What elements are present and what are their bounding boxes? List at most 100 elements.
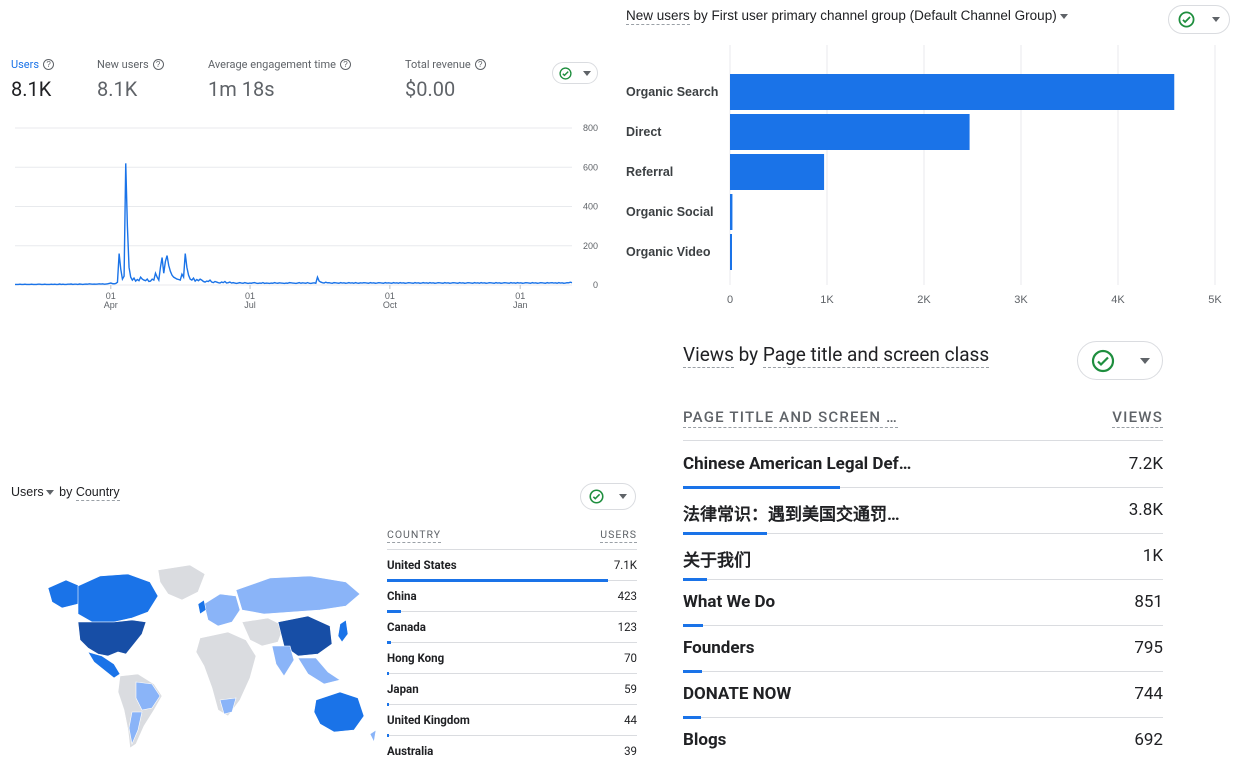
- map-region-europe[interactable]: [203, 593, 241, 627]
- page-title-cell: Blogs: [683, 730, 727, 750]
- channel-compare-dropdown[interactable]: [1168, 5, 1230, 34]
- page-title-cell: Chinese American Legal Def…: [683, 454, 912, 474]
- channel-bar[interactable]: [730, 114, 970, 150]
- country-table-header: COUNTRY USERS: [387, 528, 637, 550]
- views-cell: 795: [1134, 638, 1163, 658]
- col-header-users[interactable]: USERS: [600, 528, 637, 543]
- x-tick-month: Jan: [513, 300, 528, 310]
- map-region-middle-east[interactable]: [241, 617, 285, 647]
- page-title-cell: 关于我们: [683, 551, 751, 571]
- col-header-country[interactable]: COUNTRY: [387, 528, 442, 543]
- metric-selector[interactable]: New users: [626, 8, 690, 25]
- page-title-cell: Founders: [683, 638, 755, 658]
- views-cell: 3.8K: [1128, 500, 1163, 520]
- map-region-greenland[interactable]: [157, 564, 206, 601]
- map-region-canada[interactable]: [77, 573, 159, 623]
- metric-engagement-time[interactable]: Average engagement time? 1m 18s: [208, 58, 351, 101]
- metric-selector[interactable]: Users: [11, 485, 44, 499]
- views-table-header: PAGE TITLE AND SCREEN … VIEWS: [683, 408, 1163, 441]
- table-row[interactable]: Hong Kong 70: [387, 643, 637, 675]
- metric-label: New users: [97, 58, 149, 71]
- country-cell: Japan: [387, 682, 419, 696]
- x-tick-month: Jul: [244, 300, 256, 310]
- country-card-title[interactable]: Users by Country: [11, 485, 120, 501]
- map-region-australia[interactable]: [313, 691, 365, 733]
- check-circle-icon: [589, 489, 604, 504]
- table-row[interactable]: Blogs 692: [683, 718, 1163, 763]
- users-cell: 39: [624, 744, 637, 758]
- col-header-page-title[interactable]: PAGE TITLE AND SCREEN …: [683, 408, 898, 428]
- users-line-chart: 8006004002000 01Apr01Jul01Oct01Jan: [15, 123, 598, 310]
- y-tick-label: 800: [583, 123, 598, 133]
- table-row[interactable]: United Kingdom 44: [387, 705, 637, 737]
- views-card-title[interactable]: Views by Page title and screen class: [683, 343, 990, 368]
- map-region-india[interactable]: [271, 645, 295, 677]
- table-row[interactable]: United States 7.1K: [387, 550, 637, 582]
- metric-value: 8.1K: [11, 77, 52, 101]
- map-region-united-kingdom[interactable]: [197, 599, 207, 615]
- metric-value: 1m 18s: [208, 77, 275, 101]
- metric-value: $0.00: [405, 77, 456, 101]
- table-row[interactable]: DONATE NOW 744: [683, 672, 1163, 719]
- caret-down-icon: [1212, 17, 1221, 22]
- metric-label: Users: [11, 58, 40, 71]
- channel-bar[interactable]: [730, 74, 1175, 110]
- country-cell: Hong Kong: [387, 651, 445, 665]
- metric-value: 8.1K: [97, 77, 138, 101]
- channel-bar[interactable]: [730, 154, 825, 190]
- dimension-selector[interactable]: Country: [75, 485, 120, 501]
- map-region-alaska[interactable]: [47, 579, 81, 609]
- channel-label: Direct: [626, 125, 662, 139]
- views-cell: 851: [1134, 592, 1163, 612]
- y-tick-label: 600: [583, 162, 598, 172]
- table-row[interactable]: Australia 39: [387, 736, 637, 763]
- views-cell: 692: [1134, 730, 1163, 750]
- country-cell: Canada: [387, 620, 426, 634]
- table-row[interactable]: Japan 59: [387, 674, 637, 706]
- channel-bar-chart: Organic Search Direct Referral Organic Soci…: [626, 45, 1222, 306]
- country-compare-dropdown[interactable]: [580, 483, 636, 510]
- metric-users[interactable]: Users? 8.1K: [11, 58, 55, 101]
- help-icon[interactable]: ?: [474, 59, 486, 70]
- page-title-cell: DONATE NOW: [683, 684, 792, 704]
- table-row[interactable]: What We Do 851: [683, 580, 1163, 627]
- help-icon[interactable]: ?: [152, 59, 164, 70]
- map-region-southeast-asia[interactable]: [297, 657, 341, 685]
- channel-label: Organic Video: [626, 245, 711, 259]
- users-cell: 44: [624, 713, 637, 727]
- map-region-russia[interactable]: [235, 575, 361, 615]
- help-icon[interactable]: ?: [43, 59, 55, 70]
- map-region-united-states[interactable]: [77, 619, 147, 657]
- page-title-cell: 法律常识：遇到美国交通罚…: [683, 505, 900, 525]
- table-row[interactable]: 法律常识：遇到美国交通罚… 3.8K: [683, 488, 1163, 535]
- country-cell: Australia: [387, 744, 434, 758]
- map-region-japan[interactable]: [337, 619, 349, 643]
- x-tick-label: 2K: [917, 294, 931, 306]
- metric-total-revenue[interactable]: Total revenue? $0.00: [405, 58, 486, 101]
- table-row[interactable]: Canada 123: [387, 612, 637, 644]
- table-row[interactable]: 关于我们 1K: [683, 534, 1163, 581]
- table-row[interactable]: China 423: [387, 581, 637, 613]
- channel-card-title[interactable]: New users by First user primary channel …: [626, 8, 1068, 25]
- overview-compare-dropdown[interactable]: [552, 62, 598, 84]
- channel-bar[interactable]: [730, 194, 733, 230]
- channel-label: Organic Social: [626, 205, 714, 219]
- col-header-views[interactable]: VIEWS: [1112, 408, 1163, 428]
- metric-new-users[interactable]: New users? 8.1K: [97, 58, 164, 101]
- views-compare-dropdown[interactable]: [1077, 341, 1163, 380]
- dimension-selector[interactable]: Page title and screen class: [762, 343, 990, 368]
- world-map[interactable]: [40, 560, 380, 760]
- metric-selector[interactable]: Views: [683, 343, 734, 368]
- map-region-new-zealand[interactable]: [369, 729, 377, 743]
- users-cell: 7.1K: [613, 558, 637, 572]
- users-cell: 59: [624, 682, 637, 696]
- table-row[interactable]: Chinese American Legal Def… 7.2K: [683, 442, 1163, 489]
- table-row[interactable]: Founders 795: [683, 626, 1163, 673]
- users-cell: 70: [624, 651, 637, 665]
- x-tick-label: 0: [727, 294, 733, 306]
- x-tick-label: 3K: [1014, 294, 1028, 306]
- channel-bar[interactable]: [730, 234, 732, 270]
- map-region-mexico[interactable]: [87, 651, 121, 679]
- help-icon[interactable]: ?: [339, 59, 351, 70]
- x-tick-label: 5K: [1208, 294, 1222, 306]
